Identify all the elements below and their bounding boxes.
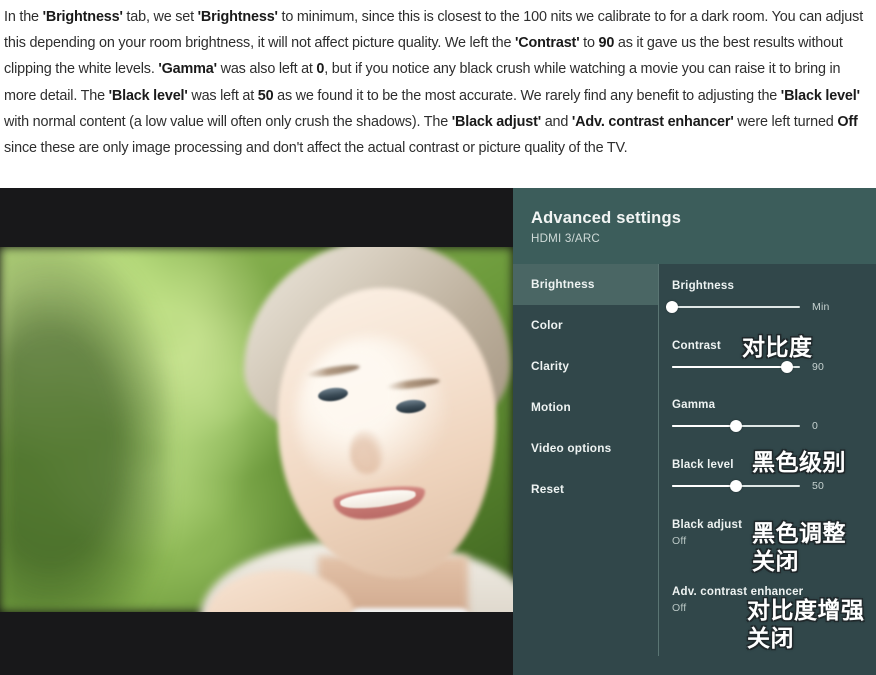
annotation-5: 关闭 (747, 626, 794, 652)
slider-fill (672, 366, 788, 368)
slider-thumb[interactable] (730, 420, 742, 432)
letterbox-bottom (0, 612, 513, 675)
annotation-1: 黑色级别 (752, 450, 846, 476)
panel-title: Advanced settings (531, 209, 682, 227)
setting-label: Brightness (672, 280, 735, 292)
menu-item-motion[interactable]: Motion (513, 387, 658, 428)
slider-value: Min (812, 301, 830, 313)
slider-fill (672, 485, 736, 487)
article-emphasis: 'Black adjust' (451, 113, 542, 130)
menu-item-reset[interactable]: Reset (513, 469, 658, 510)
panel-header: Advanced settings HDMI 3/ARC (513, 188, 876, 264)
slider-track[interactable] (672, 420, 800, 432)
menu-item-brightness[interactable]: Brightness (513, 264, 658, 305)
letterbox-top (0, 188, 513, 247)
slider-thumb[interactable] (781, 361, 794, 373)
setting-brightness[interactable]: Brightness Min (666, 280, 876, 313)
article-emphasis: 'Brightness' (42, 9, 123, 25)
panel-subtitle-input-source: HDMI 3/ARC (531, 232, 600, 245)
slider-row[interactable]: 0 (672, 420, 876, 432)
article-emphasis: 'Brightness' (197, 9, 278, 25)
article-emphasis: 90 (598, 35, 615, 52)
settings-menu-list: Brightness Color Clarity Motion Video option… (513, 264, 658, 656)
slider-track[interactable] (666, 301, 800, 313)
slider-row[interactable]: Min (666, 301, 876, 313)
nose (350, 430, 384, 474)
background-shadow (0, 247, 170, 612)
slider-fill (672, 425, 736, 427)
woman-portrait (200, 240, 513, 670)
slider-value: 0 (812, 420, 819, 432)
article-emphasis: Off (837, 113, 858, 130)
article-paragraph: In the 'Brightness' tab, we set 'Brightn… (4, 9, 864, 157)
slider-track[interactable] (672, 361, 800, 373)
article-emphasis: 50 (257, 87, 274, 104)
article-emphasis: 'Black level' (108, 87, 188, 104)
article-text-block: In the 'Brightness' tab, we set 'Brightn… (0, 0, 876, 188)
annotation-0: 对比度 (742, 335, 813, 361)
menu-item-color[interactable]: Color (513, 305, 658, 346)
slider-thumb[interactable] (666, 301, 678, 313)
article-emphasis: 'Black level' (780, 87, 860, 104)
menu-item-video-options[interactable]: Video options (513, 428, 658, 469)
setting-gamma[interactable]: Gamma 0 (672, 399, 876, 432)
slider-row[interactable]: 90 (672, 361, 876, 373)
slider-value: 90 (812, 361, 825, 373)
slider-thumb[interactable] (730, 480, 742, 492)
slider-value: 50 (812, 480, 825, 492)
slider-track[interactable] (672, 480, 800, 492)
slider-row[interactable]: 50 (672, 480, 876, 492)
article-emphasis: 0 (316, 61, 325, 78)
setting-label: Gamma (672, 399, 716, 411)
tv-screenshot-photo: Advanced settings HDMI 3/ARC Brightness C… (0, 188, 876, 675)
tv-video-content (0, 188, 513, 675)
article-emphasis: 'Contrast' (514, 35, 580, 52)
annotation-3: 关闭 (752, 549, 799, 575)
article-emphasis: 'Adv. contrast enhancer' (571, 113, 734, 130)
article-emphasis: 'Gamma' (158, 61, 217, 78)
menu-item-clarity[interactable]: Clarity (513, 346, 658, 387)
